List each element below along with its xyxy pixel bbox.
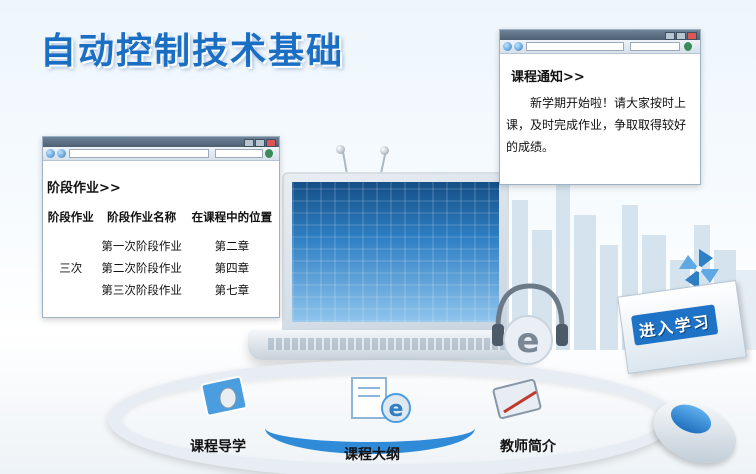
antenna-ball-right bbox=[380, 146, 389, 155]
nav-course-guide[interactable]: 课程导学 bbox=[190, 436, 246, 456]
window-titlebar bbox=[500, 30, 700, 40]
homework-table: 阶段作业 阶段作业名称 在课程中的位置 三次 第一次阶段作业 第二章 第二次阶段… bbox=[45, 209, 277, 301]
svg-text:e: e bbox=[516, 321, 539, 361]
laptop-keyboard bbox=[268, 338, 518, 350]
page-title: 自动控制技术基础 bbox=[40, 31, 345, 72]
address-field[interactable] bbox=[526, 42, 624, 51]
window-titlebar bbox=[43, 137, 279, 147]
homework-heading: 阶段作业>> bbox=[47, 181, 121, 196]
forward-icon[interactable] bbox=[514, 42, 523, 51]
homework-position: 第二章 bbox=[214, 239, 250, 253]
close-icon[interactable] bbox=[266, 139, 276, 147]
search-field[interactable] bbox=[630, 42, 680, 51]
enter-study-label: 进入学习 bbox=[630, 304, 719, 346]
antenna-ball-left bbox=[336, 145, 345, 154]
back-icon[interactable] bbox=[46, 149, 55, 158]
guide-book-icon[interactable] bbox=[198, 372, 252, 420]
teacher-notebook-icon[interactable] bbox=[490, 378, 548, 424]
homework-position: 第四章 bbox=[214, 261, 250, 275]
maximize-icon[interactable] bbox=[255, 139, 265, 147]
minimize-icon[interactable] bbox=[665, 32, 675, 40]
notice-window: 课程通知>> 新学期开始啦！请大家按时上课，及时完成作业，争取取得较好的成绩。 bbox=[499, 29, 701, 185]
browser-toolbar bbox=[500, 40, 700, 54]
headset-e-icon: e bbox=[492, 283, 568, 365]
homework-position: 第七章 bbox=[214, 283, 250, 297]
maximize-icon[interactable] bbox=[676, 32, 686, 40]
homework-count: 三次 bbox=[59, 261, 83, 275]
search-field[interactable] bbox=[215, 149, 263, 158]
homework-name: 第一次阶段作业 bbox=[101, 239, 182, 253]
laptop-screen bbox=[282, 172, 509, 336]
notice-heading: 课程通知>> bbox=[511, 70, 585, 85]
close-icon[interactable] bbox=[687, 32, 697, 40]
go-icon[interactable] bbox=[265, 149, 273, 158]
go-icon[interactable] bbox=[684, 42, 692, 51]
control-room-image bbox=[292, 182, 499, 322]
homework-name: 第三次阶段作业 bbox=[101, 283, 182, 297]
homework-window: 阶段作业>> 阶段作业 阶段作业名称 在课程中的位置 三次 第一次阶段作业 第二… bbox=[42, 136, 280, 318]
column-header: 阶段作业 bbox=[47, 210, 94, 224]
homework-name: 第二次阶段作业 bbox=[101, 261, 182, 275]
enter-study-button[interactable]: 进入学习 bbox=[617, 280, 747, 374]
table-row: 三次 第一次阶段作业 第二章 bbox=[45, 235, 277, 275]
column-header: 阶段作业名称 bbox=[107, 210, 177, 224]
address-field[interactable] bbox=[69, 149, 209, 158]
table-header-row: 阶段作业 阶段作业名称 在课程中的位置 bbox=[45, 209, 277, 235]
browser-toolbar bbox=[43, 147, 279, 161]
column-header: 在课程中的位置 bbox=[191, 210, 273, 224]
nav-course-syllabus[interactable]: 课程大纲 bbox=[344, 444, 400, 464]
minimize-icon[interactable] bbox=[244, 139, 254, 147]
syllabus-book-icon[interactable]: e bbox=[346, 374, 416, 426]
notice-body: 新学期开始啦！请大家按时上课，及时完成作业，争取取得较好的成绩。 bbox=[506, 96, 687, 154]
back-icon[interactable] bbox=[503, 42, 512, 51]
forward-icon[interactable] bbox=[57, 149, 66, 158]
svg-text:e: e bbox=[389, 397, 404, 422]
scene: 自动控制技术基础 e 阶段作业>> 阶段作业 阶段作业名称 在课程中的位置 三次… bbox=[0, 0, 756, 474]
nav-teacher-intro[interactable]: 教师简介 bbox=[500, 436, 556, 456]
